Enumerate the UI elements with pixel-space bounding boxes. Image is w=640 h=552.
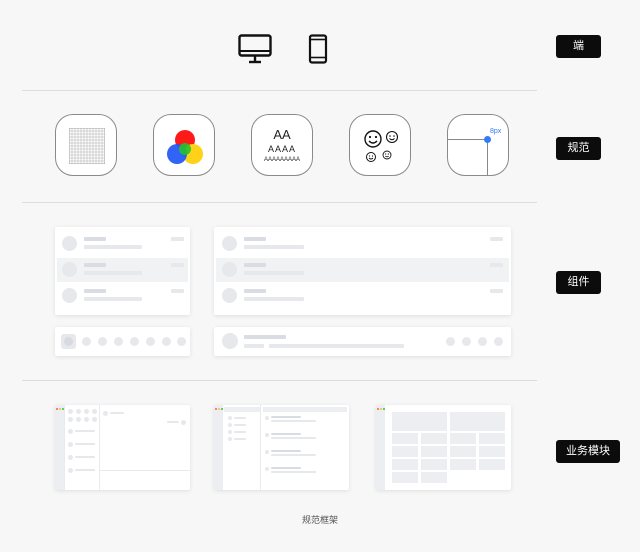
typography-spec-icon: AA AAAA AAAAAAAAA — [251, 114, 313, 176]
label-guifan: 规范 — [556, 137, 601, 160]
desktop-monitor-icon — [238, 34, 272, 64]
chat-module-thumbnail — [55, 405, 190, 490]
footer-caption: 规范框架 — [301, 515, 338, 525]
mobile-phone-icon — [308, 34, 328, 64]
spacing-anchor-dot — [484, 136, 491, 143]
list-detail-module-thumbnail — [214, 405, 349, 490]
grid-spec-icon — [55, 114, 117, 176]
color-spec-icon — [153, 114, 215, 176]
table-module-thumbnail — [376, 405, 511, 490]
smiley-faces-icon — [364, 130, 399, 162]
label-yewu: 业务模块 — [556, 440, 620, 463]
icon-spec-icon — [349, 114, 411, 176]
list-component-card-small — [55, 227, 190, 315]
typography-small-text: AAAAAAAAA — [263, 157, 301, 163]
list-component-card-large — [214, 227, 511, 315]
divider-3 — [22, 380, 537, 381]
spacing-spec-icon: 8px — [447, 114, 509, 176]
message-bar-component-card — [214, 327, 511, 356]
toolbar-component-card — [55, 327, 190, 356]
divider-2 — [22, 202, 537, 203]
typography-large-text: AA — [273, 127, 291, 142]
label-duan: 端 — [556, 35, 601, 58]
divider-1 — [22, 90, 537, 91]
label-zujian: 组件 — [556, 271, 601, 294]
spacing-value-label: 8px — [490, 128, 502, 135]
typography-medium-text: AAAA — [267, 144, 296, 154]
